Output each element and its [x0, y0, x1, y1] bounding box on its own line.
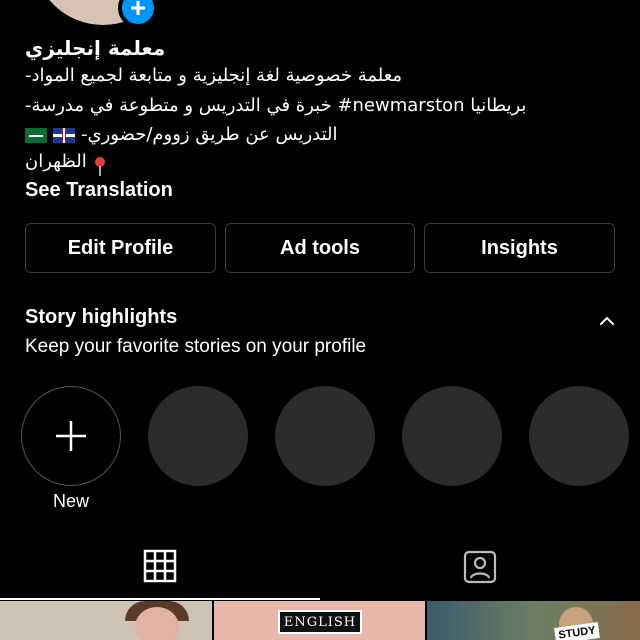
post-thumbnail[interactable]: ENGLISH	[214, 601, 425, 640]
bio-line-3-row: -التدريس عن طريق زووم/حضوري	[25, 124, 338, 145]
bio-line-4-row: الظهران	[25, 151, 105, 176]
post-image-detail	[135, 607, 179, 640]
new-highlight-button[interactable]	[21, 386, 121, 486]
uk-flag-icon	[53, 127, 75, 143]
new-highlight-label: New	[52, 491, 89, 511]
bio-line-2: -خبرة في التدريس و متطوعة في مدرسة #newm…	[25, 95, 527, 116]
chevron-up-icon[interactable]	[598, 312, 616, 330]
story-highlights-subtitle: Keep your favorite stories on your profi…	[25, 336, 367, 357]
bio-line-3: -التدريس عن طريق زووم/حضوري	[81, 124, 338, 145]
english-sign: ENGLISH	[278, 610, 362, 634]
highlight-placeholder	[275, 386, 375, 486]
post-image-detail	[427, 601, 640, 640]
highlight-placeholder	[148, 386, 248, 486]
bio-line-4: الظهران	[25, 151, 87, 172]
see-translation-link[interactable]: See Translation	[25, 179, 173, 202]
plus-icon: +	[129, 0, 147, 23]
profile-name: معلمة إنجليزي	[25, 36, 166, 60]
active-tab-indicator	[0, 598, 320, 600]
saudi-flag-icon	[25, 127, 47, 143]
bio-line-1: -معلمة خصوصية لغة إنجليزية و متابعة لجمي…	[25, 65, 403, 86]
add-story-badge[interactable]: +	[118, 0, 158, 28]
highlight-placeholder	[402, 386, 502, 486]
post-thumbnail[interactable]: STUDY	[427, 601, 640, 640]
ad-tools-button[interactable]: Ad tools	[225, 223, 415, 273]
location-pin-icon	[94, 157, 105, 176]
highlight-placeholder	[529, 386, 629, 486]
grid-icon[interactable]	[143, 549, 177, 583]
tagged-person-icon[interactable]	[462, 549, 498, 585]
edit-profile-button[interactable]: Edit Profile	[25, 223, 216, 273]
post-thumbnail[interactable]	[0, 601, 212, 640]
insights-button[interactable]: Insights	[424, 223, 615, 273]
plus-icon	[56, 421, 86, 451]
story-highlights-title: Story highlights	[25, 306, 178, 328]
